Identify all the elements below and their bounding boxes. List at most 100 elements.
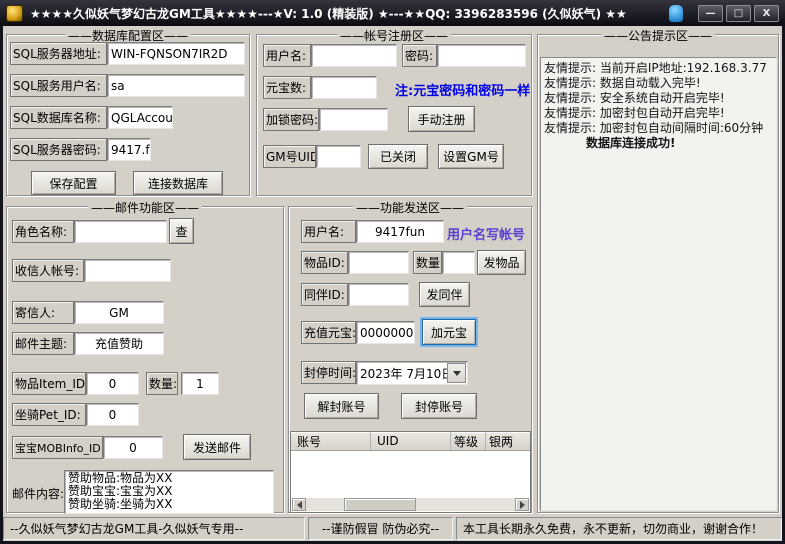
lookup-button[interactable]: 查: [169, 218, 194, 244]
account-register-title: ——帐号注册区——: [337, 27, 451, 44]
baby-mobinfo-id-input[interactable]: 0: [103, 436, 163, 459]
account-table-header: 账号 UID 等级 银两: [291, 432, 530, 451]
set-gm-button[interactable]: 设置GM号: [438, 144, 504, 169]
save-config-button[interactable]: 保存配置: [31, 171, 116, 195]
ban-time-picker[interactable]: 2023年 7月10日: [356, 361, 468, 385]
announcement-message: 友情提示: 安全系统自动开启完毕!: [544, 91, 773, 106]
announcement-message: 友情提示: 当前开启IP地址:192.168.3.77: [544, 61, 773, 76]
statusbar-right: 本工具长期永久免费，永不更新，切勿商业，谢谢合作！: [456, 517, 782, 540]
mail-content-label: 邮件内容:: [12, 485, 64, 502]
close-button[interactable]: X: [754, 5, 779, 22]
partner-id-input[interactable]: [348, 283, 409, 306]
app-icon: [6, 5, 23, 22]
recipient-account-label: 收信人帐号:: [12, 259, 84, 282]
header-silver[interactable]: 银两: [486, 432, 530, 450]
gm-uid-label: GM号UID:: [263, 145, 316, 168]
gm-uid-input[interactable]: [316, 145, 361, 168]
recharge-input[interactable]: 000000000: [356, 321, 415, 344]
header-account[interactable]: 账号: [291, 432, 371, 450]
send-qty-input[interactable]: [442, 251, 475, 274]
statusbar-middle-text: --谨防假冒 防伪必究--: [322, 520, 439, 537]
closed-button[interactable]: 已关闭: [368, 144, 428, 169]
reg-username-label: 用户名:: [263, 44, 311, 67]
announcement-message: 友情提示: 加密封包自动间隔时间:60分钟: [544, 121, 773, 136]
arrow-left-icon: [297, 501, 302, 509]
db-config-panel: ——数据库配置区—— SQL服务器地址: WIN-FQNSON7IR2D SQL…: [6, 34, 250, 196]
announcement-panel: ——公告提示区—— 友情提示: 当前开启IP地址:192.168.3.77 友情…: [537, 34, 779, 513]
add-yuanbao-button[interactable]: 加元宝: [422, 319, 476, 345]
lock-password-label: 加锁密码:: [263, 108, 319, 131]
sql-user-label: SQL服务用户名:: [10, 74, 107, 97]
function-send-title: ——功能发送区——: [353, 199, 467, 216]
header-uid[interactable]: UID: [371, 432, 451, 450]
send-mail-button[interactable]: 发送邮件: [183, 434, 251, 460]
recharge-label: 充值元宝:: [301, 321, 356, 344]
announcement-list: 友情提示: 当前开启IP地址:192.168.3.77 友情提示: 数据自动载入…: [540, 57, 777, 511]
statusbar-middle: --谨防假冒 防伪必究--: [308, 517, 453, 540]
connect-db-button[interactable]: 连接数据库: [133, 171, 223, 195]
pet-id-input[interactable]: 0: [86, 403, 139, 426]
hand-icon: [669, 5, 683, 22]
role-name-input[interactable]: [74, 220, 167, 243]
maximize-button[interactable]: □: [726, 5, 751, 22]
yuanbao-password-note: 注:元宝密码和密码一样: [395, 80, 530, 99]
scroll-right-button[interactable]: [515, 498, 529, 511]
scroll-left-button[interactable]: [292, 498, 306, 511]
sender-label: 寄信人:: [12, 301, 74, 324]
lock-password-input[interactable]: [319, 108, 388, 131]
ban-time-label: 封停时间:: [301, 361, 356, 384]
account-table: 账号 UID 等级 银两: [290, 431, 531, 513]
mail-panel: ——邮件功能区—— 角色名称: 查 收信人帐号: 寄信人: GM 邮件主题: 充…: [6, 206, 284, 513]
calendar-dropdown-button[interactable]: [447, 363, 466, 383]
mail-content-textarea[interactable]: 赞助物品:物品为XX 赞助宝宝:宝宝为XX 赞助坐骑:坐骑为XX: [64, 470, 274, 514]
account-register-panel: ——帐号注册区—— 用户名: 密码: 元宝数: 注:元宝密码和密码一样 加锁密码…: [256, 34, 532, 196]
scrollbar-thumb[interactable]: [344, 498, 416, 511]
send-item-button[interactable]: 发物品: [477, 250, 526, 275]
window-title: ★★★★久似妖气梦幻古龙GM工具★★★★---★V: 1.0 (精装版) ★--…: [30, 5, 669, 22]
sql-dbname-label: SQL数据库名称:: [10, 106, 107, 129]
chevron-down-icon: [453, 371, 461, 376]
announcement-title: ——公告提示区——: [601, 27, 715, 44]
send-item-id-input[interactable]: [348, 251, 409, 274]
sender-input[interactable]: GM: [74, 301, 164, 324]
statusbar-right-text: 本工具长期永久免费，永不更新，切勿商业，谢谢合作！: [463, 520, 763, 537]
function-send-panel: ——功能发送区—— 用户名: 9417fun 用户名写帐号 物品ID: 数量: …: [288, 206, 532, 513]
send-item-id-label: 物品ID:: [301, 251, 348, 274]
statusbar-left: --久似妖气梦幻古龙GM工具-久似妖气专用--: [3, 517, 305, 540]
mail-title: ——邮件功能区——: [88, 199, 202, 216]
ban-time-value: 2023年 7月10日: [360, 365, 453, 382]
mail-subject-input[interactable]: 充值赞助: [74, 332, 164, 355]
mail-qty-label: 数量:: [146, 372, 178, 395]
announcement-message: 数据库连接成功!: [544, 136, 773, 151]
gm-tool-window: ★★★★久似妖气梦幻古龙GM工具★★★★---★V: 1.0 (精装版) ★--…: [0, 0, 785, 544]
ban-account-button[interactable]: 封停账号: [401, 393, 477, 419]
announcement-message: 友情提示: 数据自动载入完毕!: [544, 76, 773, 91]
mail-subject-label: 邮件主题:: [12, 332, 74, 355]
mail-qty-input[interactable]: 1: [181, 372, 219, 395]
pet-id-label: 坐骑Pet_ID:: [12, 403, 86, 426]
reg-password-input[interactable]: [437, 44, 526, 67]
horizontal-scrollbar[interactable]: [292, 498, 529, 511]
unban-account-button[interactable]: 解封账号: [304, 393, 379, 419]
titlebar-controls: — □ X: [669, 5, 779, 22]
baby-mobinfo-id-label: 宝宝MOBInfo_ID:: [12, 436, 103, 459]
title-bar: ★★★★久似妖气梦幻古龙GM工具★★★★---★V: 1.0 (精装版) ★--…: [0, 0, 785, 26]
yuanbao-count-input[interactable]: [311, 76, 377, 99]
partner-id-label: 同伴ID:: [301, 283, 348, 306]
sql-server-address-input[interactable]: WIN-FQNSON7IR2D: [107, 42, 245, 65]
item-id-label: 物品Item_ID:: [12, 372, 86, 395]
send-qty-label: 数量:: [413, 251, 442, 274]
header-level[interactable]: 等级: [451, 432, 486, 450]
sql-user-input[interactable]: sa: [107, 74, 245, 97]
reg-password-label: 密码:: [402, 44, 437, 67]
minimize-button[interactable]: —: [698, 5, 723, 22]
send-partner-button[interactable]: 发同伴: [419, 282, 470, 307]
send-username-input[interactable]: 9417fun: [356, 220, 444, 243]
reg-username-input[interactable]: [311, 44, 397, 67]
sql-dbname-input[interactable]: QGLAccount: [107, 106, 173, 129]
manual-register-button[interactable]: 手动注册: [408, 106, 475, 132]
recipient-account-input[interactable]: [84, 259, 171, 282]
statusbar-left-text: --久似妖气梦幻古龙GM工具-久似妖气专用--: [10, 520, 243, 537]
item-id-input[interactable]: 0: [86, 372, 139, 395]
sql-password-input[interactable]: 9417.fun: [107, 138, 151, 161]
